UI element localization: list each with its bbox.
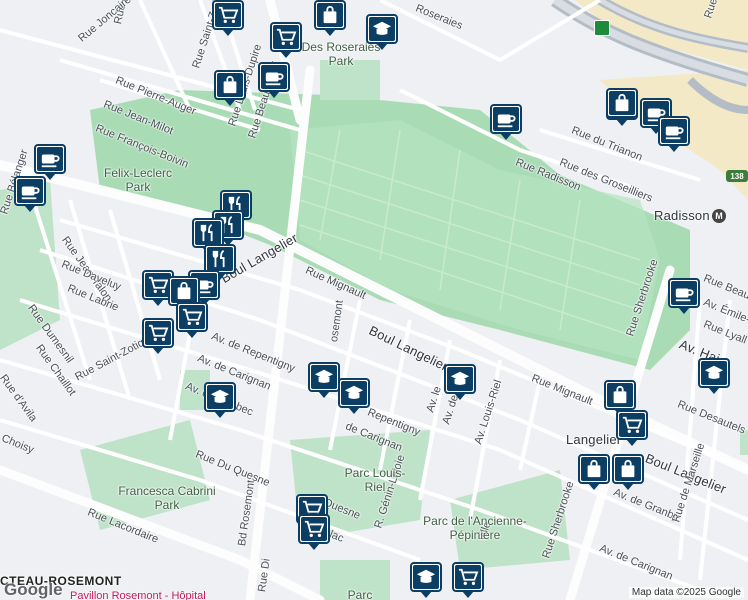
shopping-cart-icon	[455, 565, 481, 589]
map-attribution[interactable]: Map data ©2025 Google	[628, 587, 744, 598]
poi-marker-shopping-cart[interactable]	[452, 562, 484, 598]
poi-marker-shopping-bag[interactable]	[606, 88, 638, 124]
park-label-francesca-cabrini: Francesca Cabrini Park	[118, 484, 216, 512]
poi-marker-cafe[interactable]	[658, 116, 690, 152]
map-canvas[interactable]: Rue Beaubien Rue Joncaire Rue Saint-Zoti…	[0, 0, 748, 600]
restaurant-icon	[207, 247, 233, 271]
shopping-cart-icon	[273, 25, 299, 49]
cafe-icon	[17, 179, 43, 203]
shopping-bag-icon	[609, 91, 635, 115]
school-icon	[447, 367, 473, 391]
shopping-cart-icon	[179, 305, 205, 329]
school-icon	[341, 381, 367, 405]
google-logo: Google	[4, 580, 63, 599]
poi-marker-school[interactable]	[204, 382, 236, 418]
cafe-icon	[37, 147, 63, 171]
park-label-parc-bottom: Parc	[347, 588, 373, 600]
poi-marker-shopping-cart[interactable]	[616, 410, 648, 446]
poi-marker-cafe[interactable]	[490, 104, 522, 140]
poi-marker-cafe[interactable]	[14, 176, 46, 212]
shopping-bag-icon	[317, 3, 343, 27]
poi-marker-school[interactable]	[410, 562, 442, 598]
cafe-icon	[671, 281, 697, 305]
place-label-langelier: Langelier	[566, 432, 622, 447]
poi-marker-shopping-cart[interactable]	[270, 22, 302, 58]
poi-marker-shopping-bag[interactable]	[612, 454, 644, 490]
poi-marker-shopping-bag[interactable]	[604, 380, 636, 416]
cafe-icon	[261, 65, 287, 89]
highway-shield-138: 138	[726, 170, 748, 182]
school-icon	[701, 361, 727, 385]
metro-icon-radisson: M	[712, 209, 726, 223]
poi-marker-school[interactable]	[698, 358, 730, 394]
place-label-hopital: Pavillon Rosemont - Hôpital	[70, 590, 206, 600]
poi-marker-school[interactable]	[338, 378, 370, 414]
cafe-icon	[661, 119, 687, 143]
school-icon	[369, 17, 395, 41]
poi-marker-shopping-cart[interactable]	[176, 302, 208, 338]
shopping-bag-icon	[615, 457, 641, 481]
shopping-cart-icon	[619, 413, 645, 437]
shopping-cart-icon	[215, 3, 241, 27]
poi-marker-shopping-bag[interactable]	[578, 454, 610, 490]
poi-marker-shopping-cart[interactable]	[298, 514, 330, 550]
park-label-roseraies: Des Roseraies Park	[301, 40, 381, 68]
poi-marker-shopping-bag[interactable]	[214, 70, 246, 106]
school-icon	[207, 385, 233, 409]
shopping-cart-icon	[301, 517, 327, 541]
park-label-ancienne-pepiniere: Parc de l'Ancienne-Pépinière	[423, 514, 527, 542]
poi-marker-cafe[interactable]	[668, 278, 700, 314]
poi-marker-shopping-cart[interactable]	[212, 0, 244, 36]
school-icon	[311, 365, 337, 389]
park-label-felix-leclerc: Felix-Leclerc Park	[103, 166, 172, 194]
shopping-bag-icon	[171, 279, 197, 303]
poi-marker-shopping-cart[interactable]	[142, 318, 174, 354]
shopping-bag-icon	[607, 383, 633, 407]
cafe-icon	[493, 107, 519, 131]
shopping-bag-icon	[581, 457, 607, 481]
poi-marker-school[interactable]	[308, 362, 340, 398]
restaurant-icon	[195, 221, 221, 245]
poi-marker-cafe[interactable]	[258, 62, 290, 98]
shopping-cart-icon	[145, 321, 171, 345]
park-label-louis-riel: Parc Louis-Riel	[344, 466, 406, 494]
poi-marker-school[interactable]	[366, 14, 398, 50]
shopping-bag-icon	[217, 73, 243, 97]
poi-marker-cafe[interactable]	[34, 144, 66, 180]
poi-marker-shopping-bag[interactable]	[314, 0, 346, 36]
highway-junction-icon	[594, 20, 610, 36]
place-label-radisson: Radisson	[654, 208, 710, 223]
poi-marker-school[interactable]	[444, 364, 476, 400]
school-icon	[413, 565, 439, 589]
